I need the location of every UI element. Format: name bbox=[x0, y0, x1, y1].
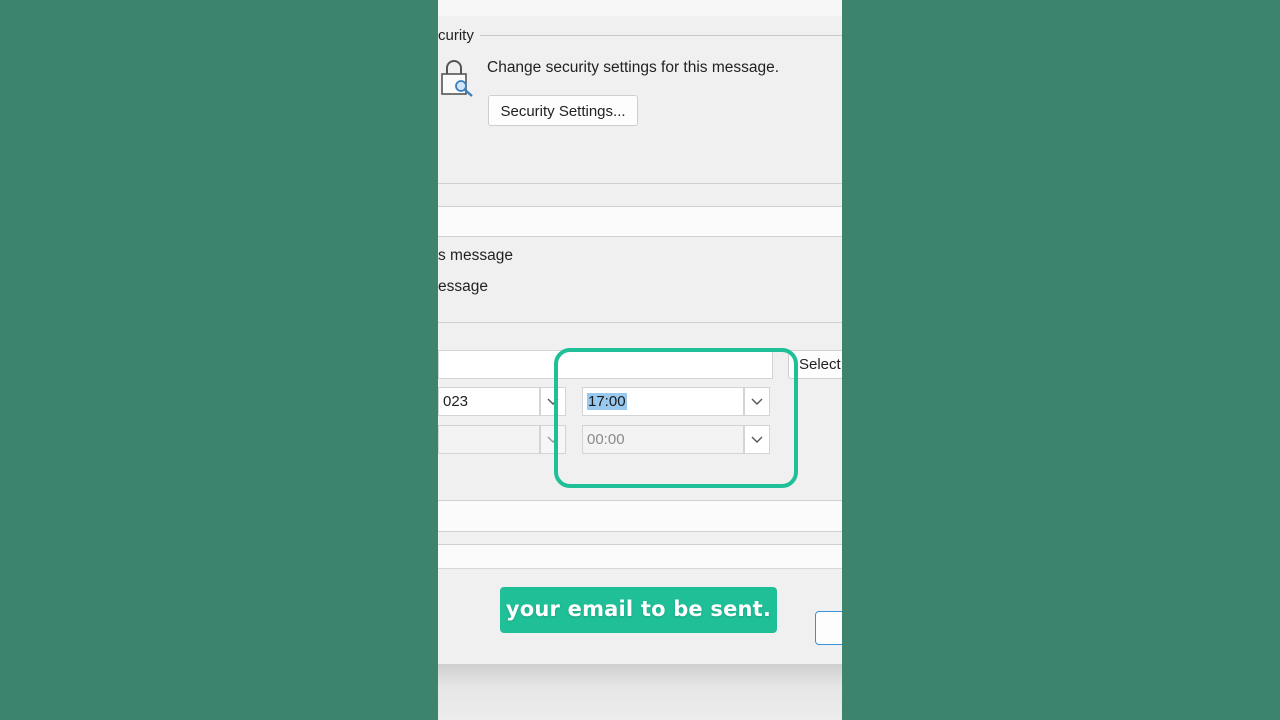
expires-date-field bbox=[438, 425, 540, 454]
panel-band bbox=[438, 544, 842, 568]
date-field[interactable]: 023 bbox=[438, 387, 540, 416]
time-highlight-outline bbox=[554, 348, 798, 488]
security-section-label: curity bbox=[438, 27, 480, 44]
security-section-divider bbox=[438, 35, 842, 36]
dialog-top-strip bbox=[438, 0, 842, 16]
lock-key-icon bbox=[441, 60, 473, 97]
background-right bbox=[842, 0, 1280, 720]
divider bbox=[438, 322, 842, 323]
caption-text: your email to be sent. bbox=[500, 587, 777, 633]
security-description: Change security settings for this messag… bbox=[487, 59, 780, 76]
divider bbox=[438, 236, 842, 237]
dialog-shadow bbox=[438, 664, 842, 720]
panel-band bbox=[438, 206, 842, 236]
security-settings-button[interactable]: Security Settings... bbox=[488, 95, 638, 126]
divider bbox=[438, 183, 842, 184]
panel-band bbox=[438, 501, 842, 531]
divider bbox=[438, 544, 842, 545]
option-label-2: essage bbox=[438, 278, 488, 295]
option-label-1: s message bbox=[438, 247, 513, 264]
background-left bbox=[0, 0, 438, 720]
divider bbox=[438, 531, 842, 532]
divider bbox=[438, 206, 842, 207]
close-button[interactable] bbox=[815, 611, 842, 645]
